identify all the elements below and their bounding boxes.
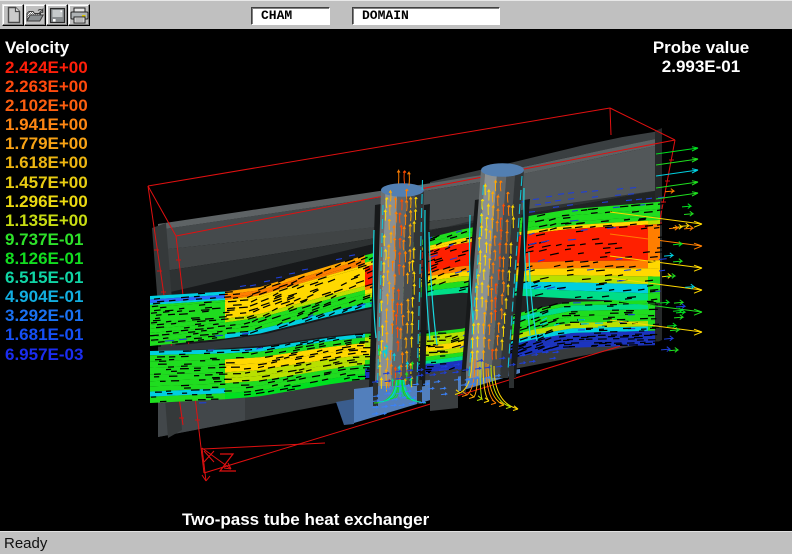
svg-text:Probe value: Probe value <box>653 38 749 57</box>
svg-text:1.681E-01: 1.681E-01 <box>5 325 83 344</box>
svg-text:Velocity: Velocity <box>5 38 70 57</box>
svg-text:1.779E+00: 1.779E+00 <box>5 134 88 153</box>
svg-text:6.957E-03: 6.957E-03 <box>5 345 83 364</box>
svg-text:1.457E+00: 1.457E+00 <box>5 173 88 192</box>
svg-text:2.263E+00: 2.263E+00 <box>5 77 88 96</box>
svg-text:1.135E+00: 1.135E+00 <box>5 211 88 230</box>
svg-text:3.292E-01: 3.292E-01 <box>5 306 83 325</box>
svg-text:6.515E-01: 6.515E-01 <box>5 268 83 287</box>
svg-text:Two-pass tube heat exchanger: Two-pass tube heat exchanger <box>182 510 430 529</box>
svg-text:1.618E+00: 1.618E+00 <box>5 153 88 172</box>
svg-text:2.993E-01: 2.993E-01 <box>662 57 740 76</box>
svg-text:9.737E-01: 9.737E-01 <box>5 230 83 249</box>
svg-text:4.904E-01: 4.904E-01 <box>5 287 83 306</box>
svg-text:1.296E+00: 1.296E+00 <box>5 192 88 211</box>
svg-text:2.424E+00: 2.424E+00 <box>5 58 88 77</box>
svg-text:2.102E+00: 2.102E+00 <box>5 96 88 115</box>
svg-text:8.126E-01: 8.126E-01 <box>5 249 83 268</box>
svg-text:1.941E+00: 1.941E+00 <box>5 115 88 134</box>
